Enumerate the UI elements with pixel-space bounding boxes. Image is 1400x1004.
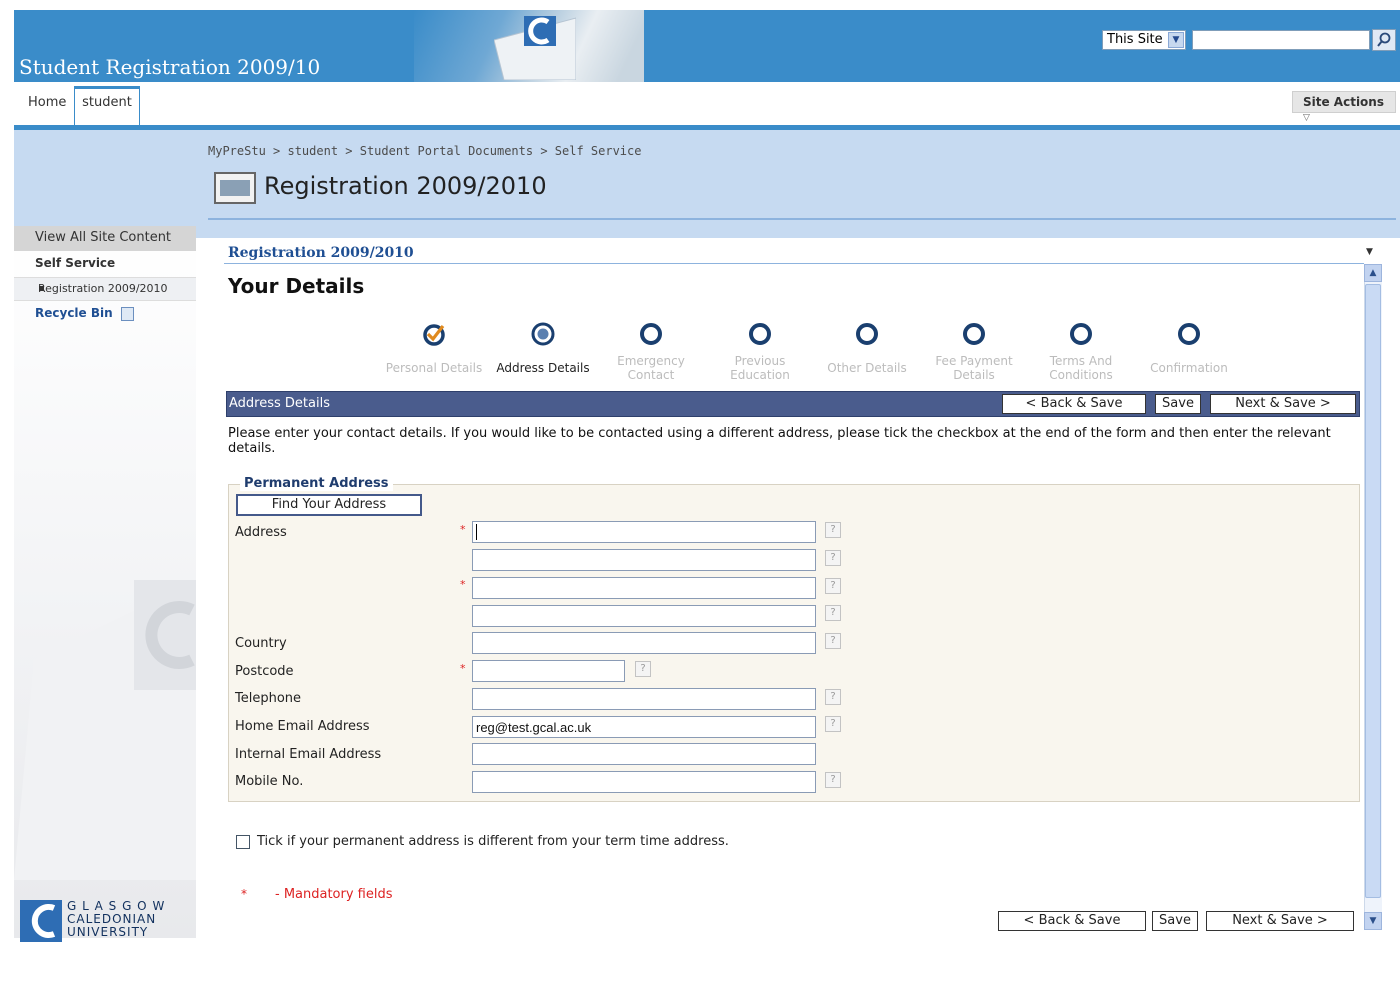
address-line-2-input[interactable] <box>472 549 816 571</box>
scrollbar-thumb[interactable] <box>1365 284 1381 898</box>
search-icon <box>1377 32 1391 47</box>
nav-heading-self-service[interactable]: Self Service <box>35 256 115 270</box>
country-label: Country <box>235 636 287 651</box>
section-heading: Your Details <box>228 274 365 298</box>
webpart-title[interactable]: Registration 2009/2010 <box>228 245 414 261</box>
help-icon[interactable]: ? <box>825 772 841 788</box>
step-pending-icon <box>856 323 878 345</box>
step-label: Other Details <box>827 361 907 375</box>
address-line-4-input[interactable] <box>472 605 816 627</box>
step-label: Confirmation <box>1150 361 1228 375</box>
help-icon[interactable]: ? <box>825 522 841 538</box>
internal-email-input[interactable] <box>472 743 816 765</box>
help-icon[interactable]: ? <box>635 661 651 677</box>
intro-text: Please enter your contact details. If yo… <box>228 426 1331 456</box>
step-label: Fee Payment Details <box>935 354 1013 382</box>
site-title[interactable]: Student Registration 2009/10 <box>19 55 320 79</box>
recycle-bin-icon[interactable] <box>121 307 134 321</box>
university-logo-text: G L A S G O W CALEDONIAN UNIVERSITY <box>67 899 166 939</box>
section-header-label: Address Details <box>229 396 330 411</box>
save-button[interactable]: Save <box>1155 394 1201 414</box>
country-input[interactable] <box>472 632 816 654</box>
step-label: Emergency Contact <box>617 354 685 382</box>
search-button[interactable] <box>1372 29 1396 51</box>
top-navigation <box>14 82 1400 126</box>
step-label: Previous Education <box>730 354 790 382</box>
mobile-label: Mobile No. <box>235 774 304 789</box>
mandatory-fields-note: - Mandatory fields <box>275 887 393 902</box>
step-pending-icon <box>1070 323 1092 345</box>
help-icon[interactable]: ? <box>825 578 841 594</box>
chevron-down-icon: ▽ <box>1303 113 1310 123</box>
search-input[interactable] <box>1192 30 1370 50</box>
home-email-label: Home Email Address <box>235 719 370 734</box>
save-button-bottom[interactable]: Save <box>1152 911 1198 931</box>
step-pending-icon <box>1178 323 1200 345</box>
site-actions-menu[interactable]: Site Actions ▽ <box>1292 91 1396 123</box>
internal-email-label: Internal Email Address <box>235 747 382 762</box>
next-save-button-bottom[interactable]: Next & Save > <box>1206 911 1354 931</box>
postcode-label: Postcode <box>235 664 294 679</box>
view-all-site-content-link[interactable]: View All Site Content <box>14 226 196 251</box>
chevron-down-icon[interactable]: ▼ <box>1168 32 1184 48</box>
bullet-icon <box>39 286 44 291</box>
step-done-icon <box>423 324 445 346</box>
step-pending-icon <box>749 323 771 345</box>
university-banner-logo <box>494 16 576 80</box>
help-icon[interactable]: ? <box>825 689 841 705</box>
step-pending-icon <box>640 323 662 345</box>
text-cursor <box>476 524 477 540</box>
back-save-button[interactable]: < Back & Save <box>1002 394 1146 414</box>
address-label: Address <box>235 525 287 540</box>
step-label: Personal Details <box>385 361 483 375</box>
different-address-label[interactable]: Tick if your permanent address is differ… <box>257 834 729 849</box>
help-icon[interactable]: ? <box>825 633 841 649</box>
required-marker: * <box>460 578 466 591</box>
different-address-checkbox[interactable] <box>236 835 250 849</box>
help-icon[interactable]: ? <box>825 605 841 621</box>
required-marker: * <box>460 523 466 536</box>
help-icon[interactable]: ? <box>825 550 841 566</box>
scroll-up-icon[interactable]: ▲ <box>1364 264 1382 282</box>
search-scope-select[interactable]: This Site ▼ <box>1102 30 1186 50</box>
required-marker: * <box>241 887 247 901</box>
telephone-label: Telephone <box>235 691 302 706</box>
recycle-bin-link[interactable]: Recycle Bin <box>35 306 113 320</box>
postcode-input[interactable] <box>472 660 625 682</box>
mobile-input[interactable] <box>472 771 816 793</box>
webpart-menu-icon[interactable]: ▼ <box>1366 247 1373 257</box>
page-icon <box>214 172 256 204</box>
home-email-input[interactable] <box>472 716 816 738</box>
address-line-3-input[interactable] <box>472 577 816 599</box>
site-actions-label: Site Actions <box>1303 95 1384 109</box>
search-scope-value: This Site <box>1107 32 1163 47</box>
tab-home[interactable]: Home <box>28 95 66 110</box>
next-save-button[interactable]: Next & Save > <box>1210 394 1356 414</box>
divider <box>224 263 1364 264</box>
find-address-button[interactable]: Find Your Address <box>236 494 422 516</box>
address-line-1-input[interactable] <box>472 521 816 543</box>
help-icon[interactable]: ? <box>825 716 841 732</box>
fieldset-legend: Permanent Address <box>240 476 393 491</box>
side-decoration-art <box>14 580 196 880</box>
step-label: Address Details <box>496 361 590 375</box>
breadcrumb[interactable]: MyPreStu > student > Student Portal Docu… <box>208 144 641 158</box>
page-title: Registration 2009/2010 <box>264 172 547 200</box>
step-pending-icon <box>963 323 985 345</box>
telephone-input[interactable] <box>472 688 816 710</box>
scroll-down-icon[interactable]: ▼ <box>1364 912 1382 930</box>
step-current-icon <box>531 322 555 346</box>
tab-student[interactable]: student <box>74 86 140 128</box>
required-marker: * <box>460 662 466 675</box>
divider <box>208 218 1396 220</box>
back-save-button-bottom[interactable]: < Back & Save <box>998 911 1146 931</box>
step-label: Terms And Conditions <box>1049 354 1113 382</box>
